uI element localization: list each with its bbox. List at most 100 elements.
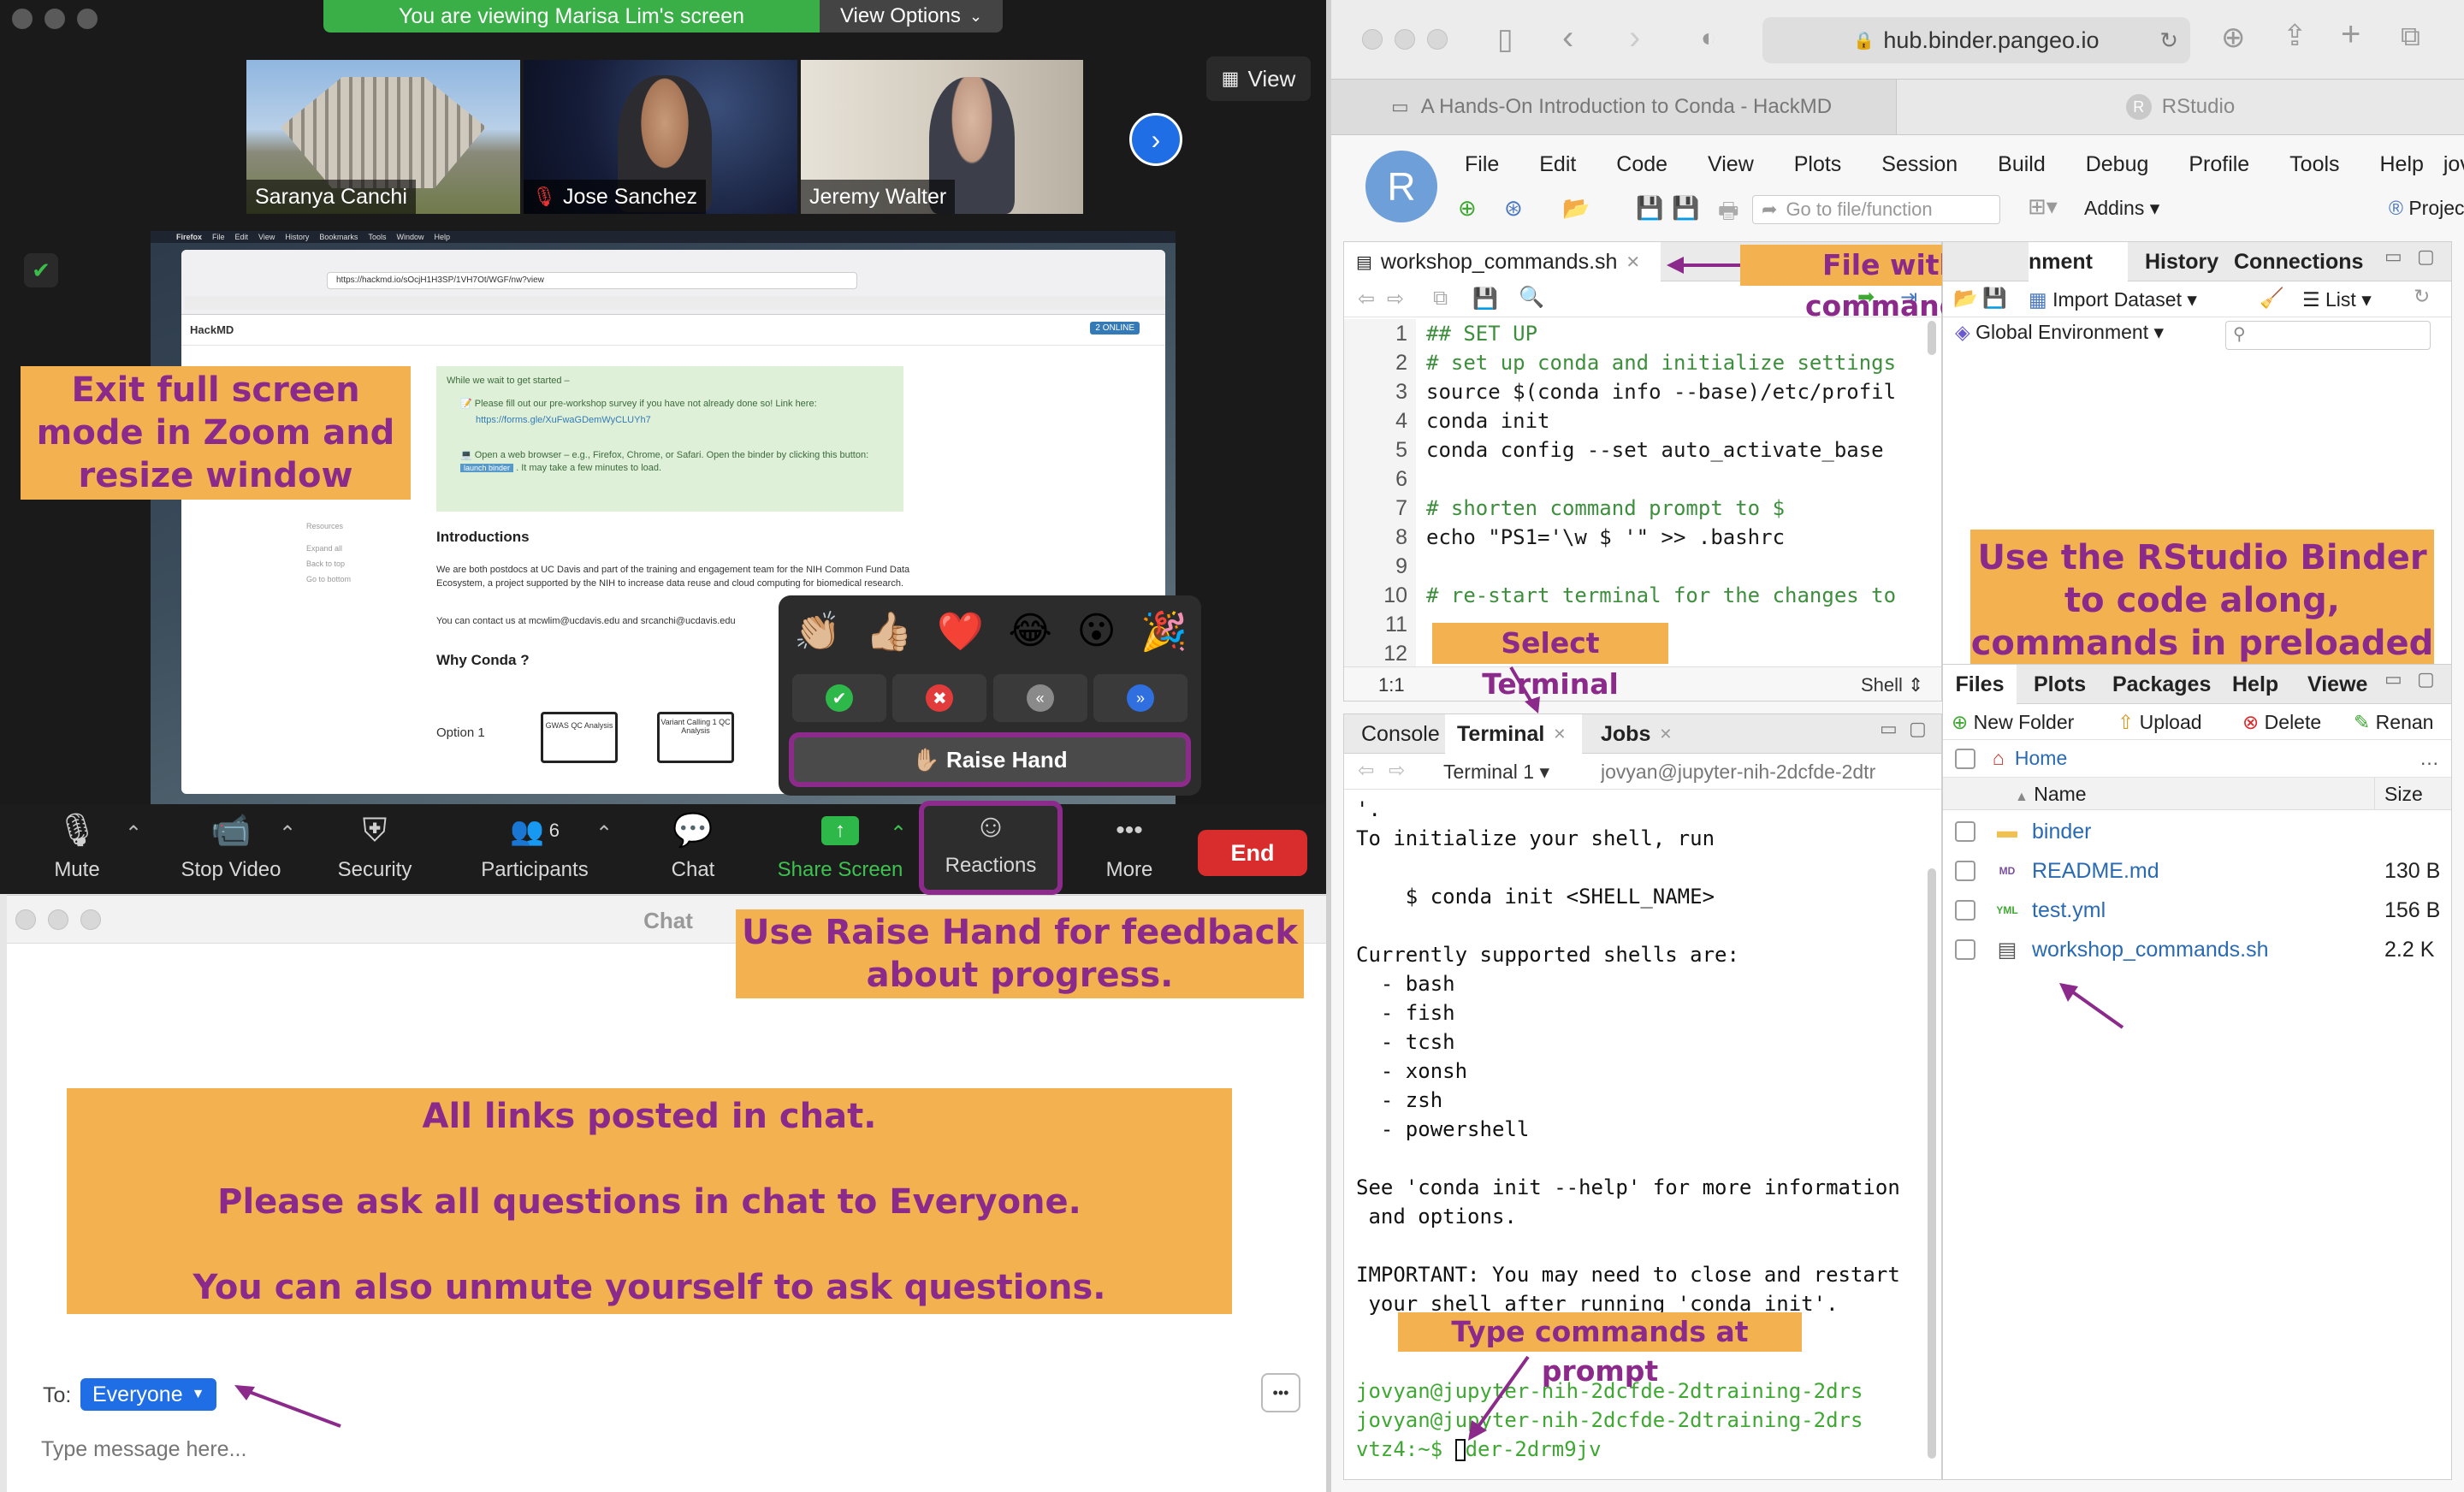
go-slower-button[interactable]: « <box>992 674 1087 722</box>
tab-plots[interactable]: Plots <box>2034 665 2086 704</box>
forward-arrow-icon[interactable]: ⇨ <box>1387 287 1404 311</box>
minimize-window-icon[interactable] <box>44 9 65 29</box>
tab-terminal[interactable]: Terminal ✕ <box>1445 714 1582 754</box>
participant-tile[interactable]: 🎙 Jose Sanchez <box>524 60 797 214</box>
goto-file-input[interactable]: ➦ Go to file/function <box>1752 195 2000 224</box>
home-link[interactable]: Home <box>2015 747 2067 770</box>
raise-hand-button[interactable]: ✋🏼 Raise Hand <box>789 732 1191 787</box>
tab-environment[interactable]: nment <box>2029 242 2128 281</box>
file-row[interactable]: YML test.yml 156 B <box>1943 891 2451 930</box>
menu-plots[interactable]: Plots <box>1794 152 1842 177</box>
participant-tile[interactable]: Saranya Canchi <box>246 60 520 214</box>
chat-more-button[interactable]: ••• <box>1261 1373 1300 1412</box>
address-bar[interactable]: 🔒 hub.binder.pangeo.io ↻ <box>1762 17 2190 63</box>
sidebar-link[interactable]: Back to top <box>306 556 409 571</box>
view-button[interactable]: ▦ View <box>1206 56 1311 101</box>
file-checkbox[interactable] <box>1955 939 1975 960</box>
new-project-icon[interactable]: ⊛ <box>1504 195 1523 222</box>
view-options-button[interactable]: View Options ⌄ <box>820 0 1003 33</box>
chevron-up-icon[interactable]: ⌃ <box>595 821 613 846</box>
chat-recipient-dropdown[interactable]: Everyone ▼ <box>80 1378 217 1411</box>
code-line[interactable]: echo "PS1='\w $ '" >> .bashrc <box>1426 523 1922 552</box>
menu-build[interactable]: Build <box>1998 152 2046 177</box>
minimize-window-icon[interactable] <box>1395 29 1415 50</box>
menu-tools[interactable]: Tools <box>2289 152 2339 177</box>
upload-button[interactable]: ⇧ Upload <box>2118 711 2202 734</box>
code-line[interactable] <box>1426 465 1922 494</box>
file-checkbox[interactable] <box>1955 861 1975 881</box>
save-icon[interactable]: 💾 <box>1982 287 2007 310</box>
share-icon[interactable]: ⇪ <box>2283 19 2307 53</box>
participant-tile[interactable]: Jeremy Walter <box>801 60 1083 214</box>
tab-jobs[interactable]: Jobs ✕ <box>1601 714 1672 754</box>
forward-arrow-icon[interactable]: ⇨ <box>1389 759 1405 782</box>
thumbs-up-icon[interactable]: 👍🏼 <box>866 609 913 654</box>
editor-tab[interactable]: ▤ workshop_commands.sh ✕ <box>1344 242 1661 281</box>
env-search-input[interactable]: ⚲ <box>2225 321 2431 350</box>
delete-button[interactable]: ⊗ Delete <box>2242 711 2321 734</box>
launch-binder-badge[interactable]: launch binder <box>460 464 514 472</box>
menu-file[interactable]: File <box>1465 152 1499 177</box>
close-window-icon[interactable] <box>12 9 33 29</box>
new-tab-icon[interactable]: + <box>2341 15 2360 54</box>
mute-button[interactable]: 🎙 Mute <box>34 804 120 894</box>
tab-connections[interactable]: Connections <box>2234 242 2363 281</box>
maximize-pane-icon[interactable]: ▢ <box>1909 718 1927 740</box>
code-line[interactable]: conda init <box>1426 406 1922 435</box>
file-name-link[interactable]: README.md <box>2032 859 2159 884</box>
terminal-scrollbar[interactable] <box>1928 868 1936 1459</box>
sort-size-header[interactable]: Size <box>2384 783 2423 806</box>
new-file-icon[interactable]: ⊕ <box>1458 195 1477 222</box>
import-dataset-button[interactable]: ▦ Import Dataset ▾ <box>2029 288 2197 311</box>
download-icon[interactable]: ⊕ <box>2221 21 2246 55</box>
broom-icon[interactable]: 🧹 <box>2260 287 2284 310</box>
code-line[interactable]: # shorten command prompt to $ <box>1426 494 1922 523</box>
sort-name-header[interactable]: ▲ Name <box>2015 783 2087 806</box>
close-window-icon[interactable] <box>1362 29 1383 50</box>
security-button[interactable]: ⛨ Security <box>323 804 426 894</box>
refresh-icon[interactable]: ↻ <box>2414 285 2430 308</box>
maximize-pane-icon[interactable]: ▢ <box>2417 668 2435 690</box>
tab-viewer[interactable]: Viewe <box>2307 665 2367 704</box>
file-row[interactable]: ▤ workshop_commands.sh 2.2 K <box>1943 930 2451 969</box>
clap-icon[interactable]: 👏🏼 <box>794 609 841 654</box>
menu-profile[interactable]: Profile <box>2189 152 2249 177</box>
more-button[interactable]: ••• More <box>1087 804 1172 894</box>
stop-video-button[interactable]: 📹 Stop Video <box>171 804 291 894</box>
safari-tab-active[interactable]: R RStudio <box>1896 80 2464 134</box>
file-name-link[interactable]: test.yml <box>2032 898 2106 923</box>
privacy-shield-icon[interactable]: ◐ <box>1701 24 1716 53</box>
new-folder-button[interactable]: ⊕ New Folder <box>1952 711 2074 734</box>
open-file-icon[interactable]: 📂 <box>1562 195 1590 222</box>
save-icon[interactable]: 💾 <box>1636 195 1663 222</box>
tab-console[interactable]: Console <box>1361 714 1440 754</box>
code-line[interactable] <box>1426 552 1922 581</box>
file-checkbox[interactable] <box>1955 900 1975 921</box>
menu-debug[interactable]: Debug <box>2086 152 2149 177</box>
no-button[interactable]: ✖ <box>892 674 987 722</box>
close-tab-icon[interactable]: ✕ <box>1659 725 1672 743</box>
save-icon[interactable]: 💾 <box>1472 287 1498 311</box>
chat-message-input[interactable] <box>41 1426 1273 1472</box>
file-row[interactable]: MD README.md 130 B <box>1943 851 2451 891</box>
more-icon[interactable]: … <box>2420 747 2439 770</box>
terminal-selector[interactable]: Terminal 1 ▾ <box>1443 761 1549 784</box>
file-row[interactable]: ▬ binder <box>1943 812 2451 851</box>
share-screen-button[interactable]: ↑ Share Screen <box>770 804 910 894</box>
filetype-selector[interactable]: Shell ⇕ <box>1861 674 1923 696</box>
forward-icon[interactable]: › <box>1629 19 1640 57</box>
heart-icon[interactable]: ❤️ <box>937 609 984 654</box>
surprised-icon[interactable]: 😮 <box>1077 609 1116 654</box>
file-name-link[interactable]: workshop_commands.sh <box>2032 938 2269 962</box>
menu-edit[interactable]: Edit <box>1539 152 1576 177</box>
safari-tab[interactable]: ▭ A Hands-On Introduction to Conda - Hac… <box>1391 80 1896 134</box>
next-participants-button[interactable]: › <box>1129 113 1182 166</box>
workspace-panes-icon[interactable]: ⊞▾ <box>2028 193 2058 220</box>
show-in-window-icon[interactable]: ⧉ <box>1433 287 1448 311</box>
search-icon[interactable]: 🔍 <box>1519 285 1544 310</box>
save-all-icon[interactable]: 💾 <box>1672 195 1699 222</box>
sidebar-link[interactable]: Go to bottom <box>306 571 409 587</box>
yes-button[interactable]: ✔ <box>792 674 886 722</box>
encryption-shield-icon[interactable]: ✔ <box>24 253 58 287</box>
minimize-pane-icon[interactable]: ▭ <box>2384 246 2402 268</box>
